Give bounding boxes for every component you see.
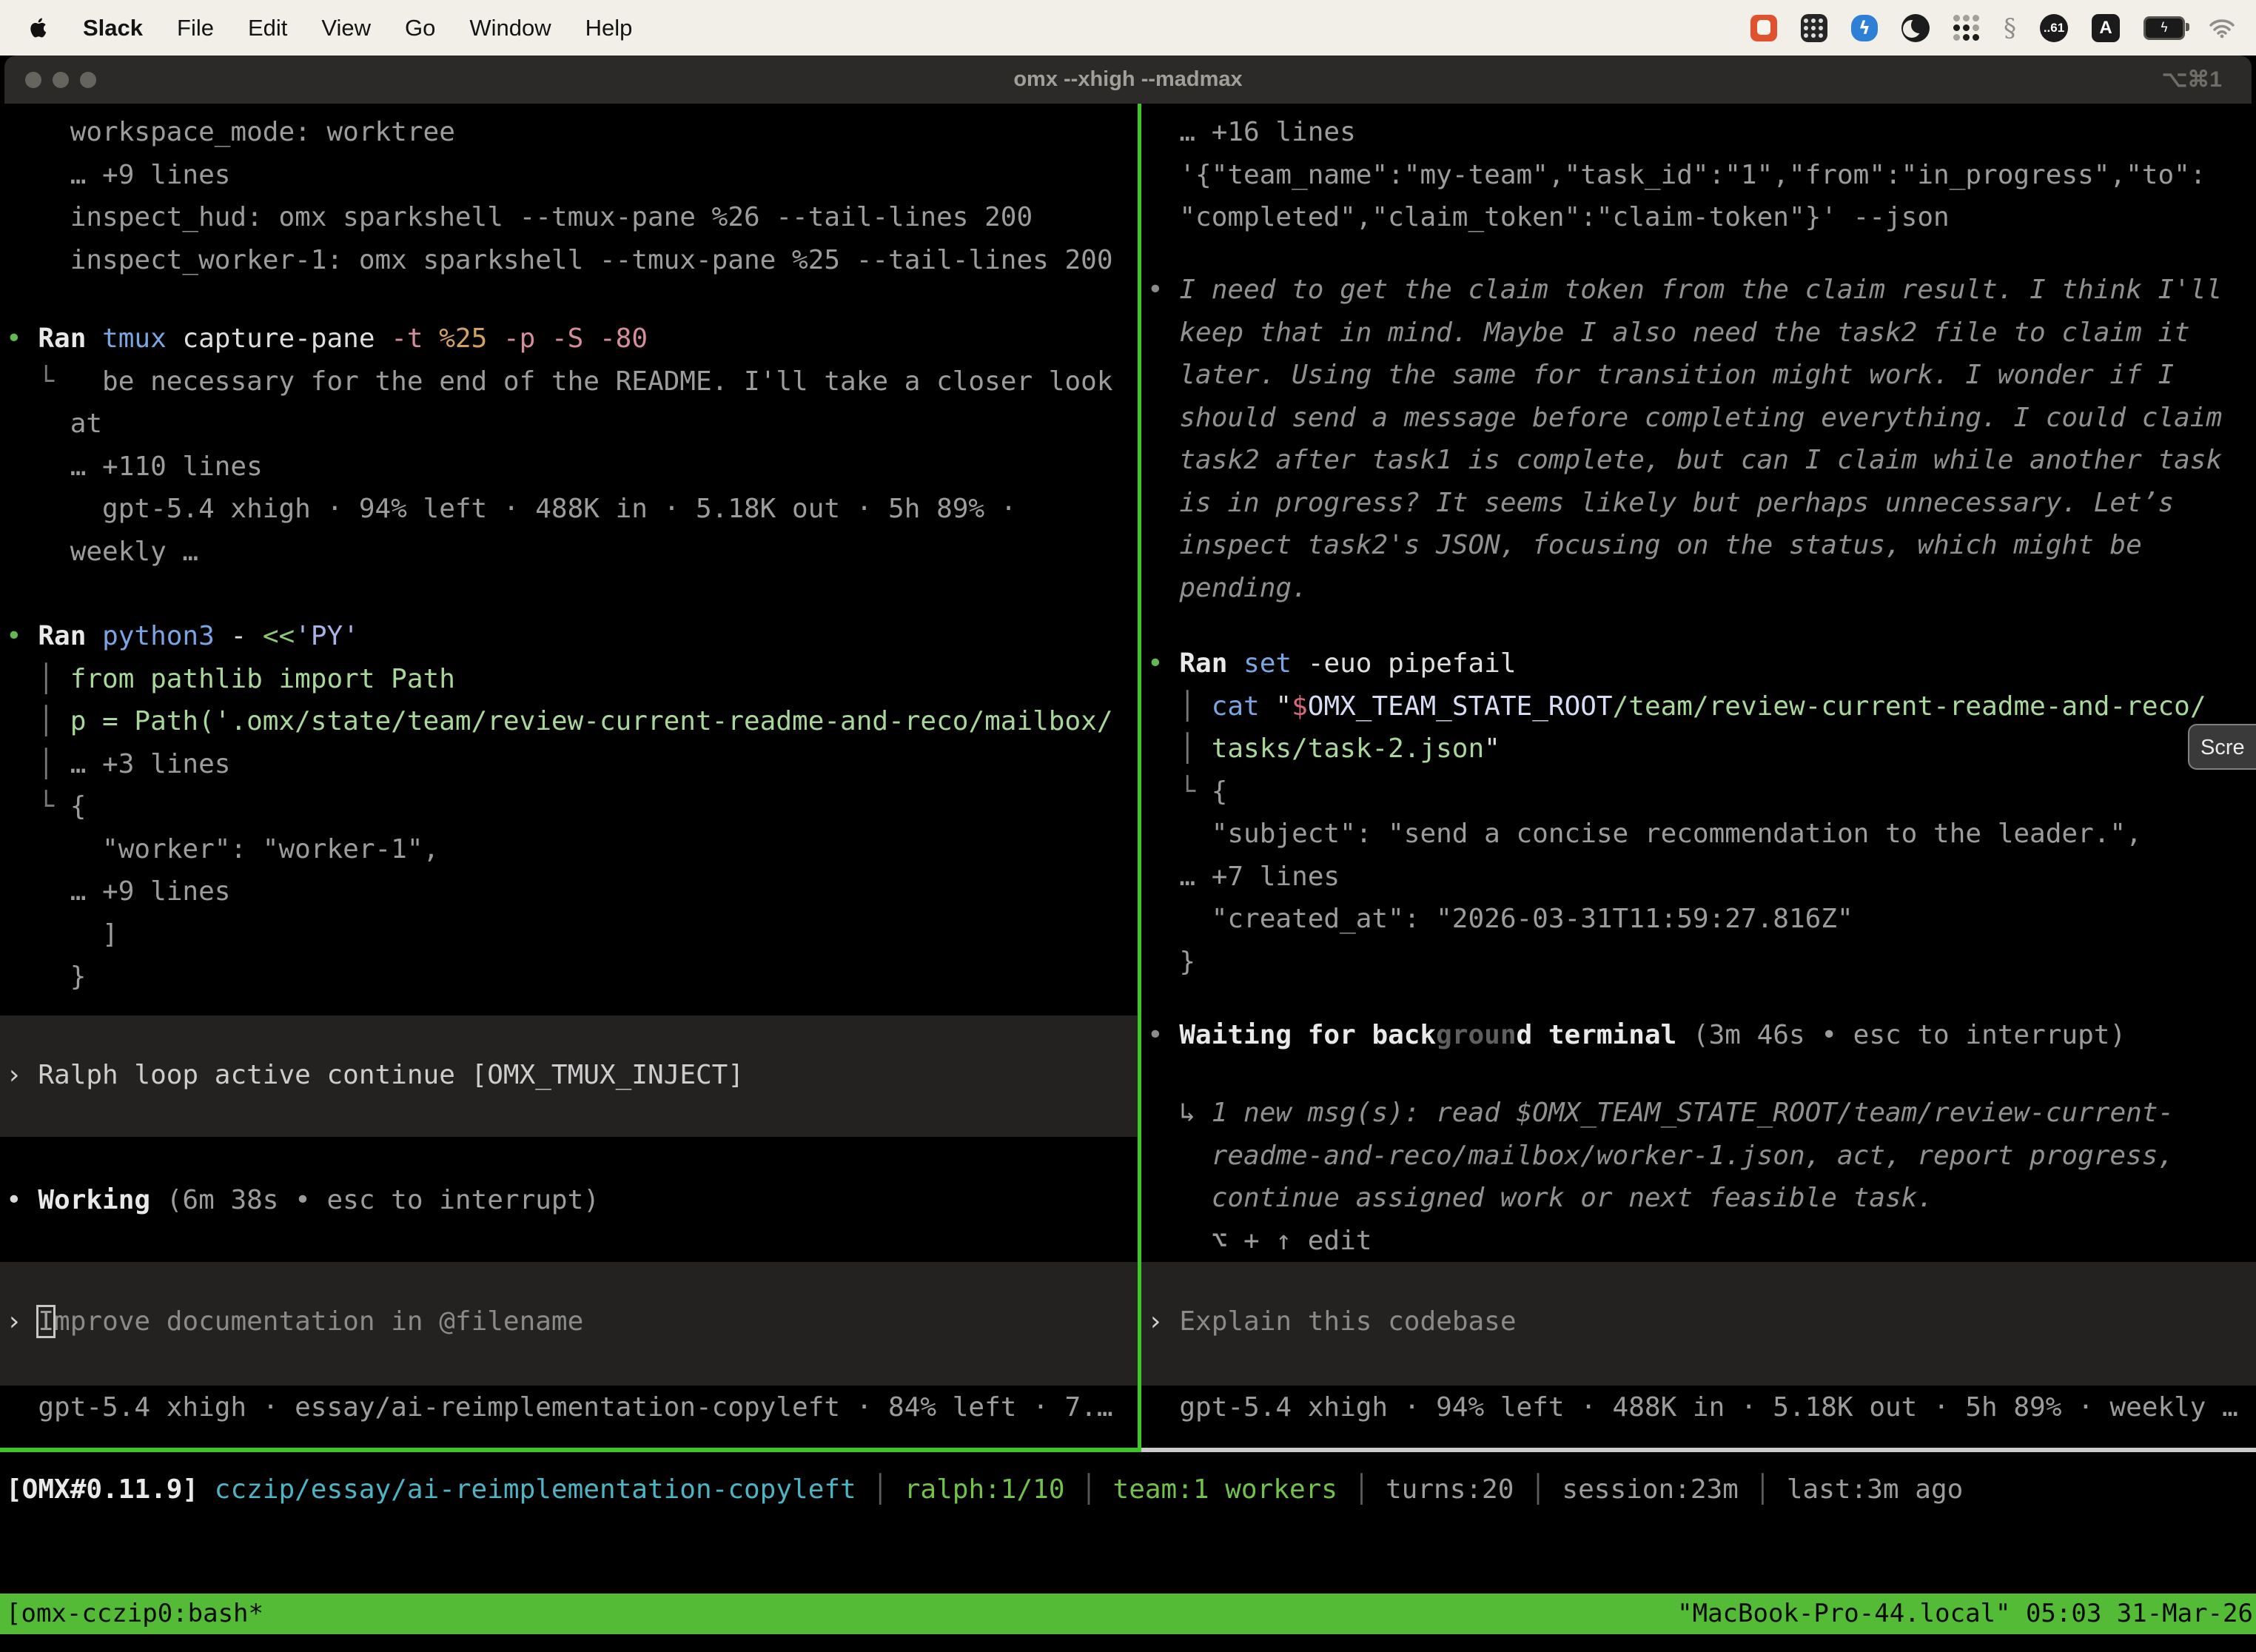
dots-grid-icon[interactable] [1953, 15, 1980, 41]
terminal-line: ↳ 1 new msg(s): read $OMX_TEAM_STATE_ROO… [1147, 1092, 2256, 1135]
menu-help[interactable]: Help [585, 15, 633, 41]
terminal-window: workspace_mode: worktree … +9 lines insp… [0, 104, 2256, 1652]
prompt-input-right[interactable]: › Explain this codebase [1141, 1262, 2256, 1386]
terminal-line: [OMX#0.11.9] cczip/essay/ai-reimplementa… [6, 1468, 2256, 1511]
prompt-input-left[interactable]: › Improve documentation in @filename [0, 1262, 1138, 1386]
screenshot-notification[interactable]: Scre [2188, 724, 2256, 770]
battery-icon[interactable]: ϟ [2143, 16, 2185, 40]
terminal-line: task2 after task1 is complete, but can I… [1147, 439, 2256, 482]
terminal-line: inspect_hud: omx sparkshell --tmux-pane … [6, 196, 1138, 239]
input-source-icon[interactable]: A [2092, 14, 2120, 42]
terminal-line: } [6, 956, 1138, 998]
terminal-line: › Improve documentation in @filename [6, 1300, 1138, 1343]
tmux-host-and-clock: "MacBook-Pro-44.local" 05:03 31-Mar-26 [1677, 1594, 2256, 1634]
terminal-line: "subject": "send a concise recommendatio… [1147, 813, 2256, 856]
terminal-line: gpt-5.4 xhigh · 94% left · 488K in · 5.1… [1147, 1386, 2256, 1429]
menu-edit[interactable]: Edit [248, 15, 287, 41]
dark-crescent-app-icon[interactable] [1901, 14, 1930, 42]
terminal-line: '{"team_name":"my-team","task_id":"1","f… [1147, 154, 2256, 197]
terminal-line: readme-and-reco/mailbox/worker-1.json, a… [1147, 1135, 2256, 1178]
terminal-line: │ cat "$OMX_TEAM_STATE_ROOT/team/review-… [1147, 685, 2256, 728]
terminal-line: later. Using the same for transition mig… [1147, 354, 2256, 397]
tmux-status-bar: [omx-cczip0:bash* "MacBook-Pro-44.local"… [0, 1594, 2256, 1634]
terminal-line: pending. [1147, 567, 2256, 610]
tmux-pane-right[interactable]: … +16 lines '{"team_name":"my-team","tas… [1141, 104, 2256, 1449]
terminal-line: "created_at": "2026-03-31T11:59:27.816Z" [1147, 898, 2256, 941]
menu-window[interactable]: Window [469, 15, 551, 41]
terminal-line: › Ralph loop active continue [OMX_TMUX_I… [6, 1054, 1138, 1097]
terminal-line: │ p = Path('.omx/state/team/review-curre… [6, 700, 1138, 743]
terminal-line: gpt-5.4 xhigh · 94% left · 488K in · 5.1… [6, 488, 1138, 531]
terminal-line: continue assigned work or next feasible … [1147, 1177, 2256, 1220]
right-model-status-line: gpt-5.4 xhigh · 94% left · 488K in · 5.1… [1147, 1386, 2256, 1429]
terminal-line: inspect task2's JSON, focusing on the st… [1147, 524, 2256, 567]
left-ran-tmux-capture-block: • Ran tmux capture-pane -t %25 -p -S -80… [6, 318, 1138, 573]
terminal-line: │ tasks/task-2.json" [1147, 728, 2256, 770]
terminal-line: should send a message before completing … [1147, 397, 2256, 440]
right-thinking-block: • I need to get the claim token from the… [1147, 269, 2256, 609]
terminal-line: workspace_mode: worktree [6, 111, 1138, 154]
terminal-line: │ from pathlib import Path [6, 658, 1138, 701]
left-model-status-line: gpt-5.4 xhigh · essay/ai-reimplementatio… [6, 1386, 1138, 1429]
terminal-line: "completed","claim_token":"claim-token"}… [1147, 196, 2256, 239]
terminal-line: │ … +3 lines [6, 743, 1138, 786]
ralph-loop-banner: › Ralph loop active continue [OMX_TMUX_I… [0, 1015, 1138, 1137]
left-config-output: workspace_mode: worktree … +9 lines insp… [6, 111, 1138, 281]
menu-bar: Slack File Edit View Go Window Help ϟ § … [0, 0, 2256, 56]
terminal-line: weekly … [6, 531, 1138, 574]
terminal-line: ] [6, 913, 1138, 956]
right-json-arg-output: … +16 lines '{"team_name":"my-team","tas… [1147, 111, 2256, 239]
right-mailbox-message-block: ↳ 1 new msg(s): read $OMX_TEAM_STATE_ROO… [1147, 1092, 2256, 1262]
right-ran-set-block: • Ran set -euo pipefail │ cat "$OMX_TEAM… [1147, 642, 2256, 983]
terminal-line: • Ran python3 - <<'PY' [6, 615, 1138, 658]
terminal-line: • I need to get the claim token from the… [1147, 269, 2256, 312]
messenger-bolt-icon[interactable]: ϟ [1851, 15, 1878, 41]
terminal-line: ⌥ + ↑ edit [1147, 1220, 2256, 1263]
tmux-session-name: [omx-cczip0:bash* [0, 1594, 263, 1634]
terminal-line: › Explain this codebase [1147, 1300, 2256, 1343]
terminal-line: └ { [1147, 770, 2256, 813]
terminal-line: └ be necessary for the end of the README… [6, 360, 1138, 403]
apple-icon[interactable] [30, 17, 49, 39]
terminal-line: … +7 lines [1147, 856, 2256, 899]
window-title-bar[interactable]: omx --xhigh --madmax ⌥⌘1 [4, 56, 2252, 104]
menu-app-slack[interactable]: Slack [83, 15, 143, 41]
chat-app-icon[interactable] [1750, 15, 1777, 41]
terminal-line: • Ran set -euo pipefail [1147, 642, 2256, 685]
menu-go[interactable]: Go [405, 15, 435, 41]
terminal-line: • Working (6m 38s • esc to interrupt) [6, 1179, 1138, 1222]
terminal-line: at [6, 403, 1138, 446]
terminal-line: └ { [6, 785, 1138, 828]
terminal-line: … +9 lines [6, 154, 1138, 197]
terminal-line: inspect_worker-1: omx sparkshell --tmux-… [6, 239, 1138, 282]
terminal-line: … +110 lines [6, 446, 1138, 488]
wifi-icon[interactable] [2209, 18, 2235, 38]
menu-file[interactable]: File [177, 15, 214, 41]
tmux-border-bottom-left [0, 1448, 1141, 1452]
terminal-line: keep that in mind. Maybe I also need the… [1147, 312, 2256, 355]
terminal-line: is in progress? It seems likely but perh… [1147, 482, 2256, 525]
keypad-app-icon[interactable] [1801, 14, 1827, 42]
omx-status-line: [OMX#0.11.9] cczip/essay/ai-reimplementa… [6, 1468, 2256, 1511]
window-shortcut-hint: ⌥⌘1 [2162, 67, 2222, 93]
left-ran-python-block: • Ran python3 - <<'PY' │ from pathlib im… [6, 615, 1138, 998]
menu-bar-left: Slack File Edit View Go Window Help [0, 15, 632, 41]
terminal-line: … +9 lines [6, 870, 1138, 913]
window-title: omx --xhigh --madmax [4, 67, 2252, 92]
tmux-pane-left[interactable]: workspace_mode: worktree … +9 lines insp… [0, 104, 1138, 1449]
terminal-line: } [1147, 941, 2256, 984]
menu-bar-status-icons: ϟ § ..61 A ϟ [1750, 13, 2256, 43]
menu-view[interactable]: View [321, 15, 371, 41]
terminal-line: • Ran tmux capture-pane -t %25 -p -S -80 [6, 318, 1138, 360]
squiggle-status-icon[interactable]: § [2004, 13, 2016, 43]
terminal-line: • Waiting for background terminal (3m 46… [1147, 1014, 2256, 1057]
terminal-line: "worker": "worker-1", [6, 828, 1138, 871]
count-badge-icon[interactable]: ..61 [2040, 14, 2068, 42]
terminal-line: gpt-5.4 xhigh · essay/ai-reimplementatio… [6, 1386, 1138, 1429]
terminal-line: … +16 lines [1147, 111, 2256, 154]
left-working-status: • Working (6m 38s • esc to interrupt) [6, 1179, 1138, 1222]
right-waiting-status: • Waiting for background terminal (3m 46… [1147, 1014, 2256, 1057]
